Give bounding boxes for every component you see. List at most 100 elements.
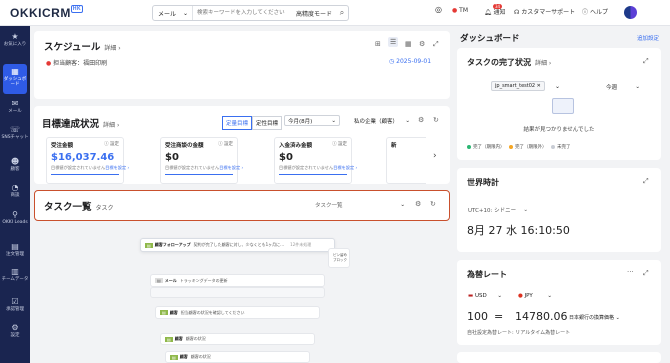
sidebar-item-okki-leads[interactable]: ⚲ OKKI Leads xyxy=(0,210,30,225)
list-view-icon[interactable]: ☰ xyxy=(388,37,399,47)
more-icon[interactable]: ··· xyxy=(627,268,634,276)
task-row: ▤ 顧客 担当顧客の状況を確認してください xyxy=(155,306,320,319)
goal-setting-link[interactable]: ⓘ 設定 xyxy=(218,141,233,149)
search-input[interactable] xyxy=(193,6,292,20)
goal-setting-link[interactable]: ⓘ 設定 xyxy=(104,141,119,149)
sidebar-item-orders[interactable]: ▤ 注文管理 xyxy=(0,242,30,257)
tab-qualitative[interactable]: 定性目標 xyxy=(252,116,283,130)
user-avatar[interactable] xyxy=(624,6,637,19)
top-bar: OKKICRMHK メール⌄ 高精度モード ⌕ ◎ ● TM 🔔︎34 通知 ☊… xyxy=(0,0,670,26)
expand-icon[interactable]: ⤢ xyxy=(433,40,439,49)
sidebar-item-dashboard[interactable]: ▦ ダッシュボード xyxy=(3,64,27,94)
expand-icon[interactable]: ⤢ xyxy=(643,269,649,278)
task-row-placeholder xyxy=(150,287,325,298)
sidebar-item-favorites[interactable]: ★ お気に入り xyxy=(0,32,30,47)
search-icon[interactable]: ⌕ xyxy=(336,8,348,18)
schedule-date: ◷ 2025-09-01 xyxy=(389,58,432,65)
chevron-down-icon[interactable]: ⌄ xyxy=(555,83,560,90)
help-icon: ⓘ xyxy=(582,9,589,16)
expand-icon[interactable]: ⤢ xyxy=(643,177,649,186)
add-settings-link[interactable]: 追加設定 xyxy=(637,34,659,42)
rate-setting-note: 自社設定為替レート: リアルタイム為替レート xyxy=(467,330,571,336)
sidebar: ★ お気に入り ▦ ダッシュボード ✉ メール ☏ SNSチャット ☻ 顧客 ◔ 商談 ⚲ O… xyxy=(0,26,30,363)
set-goal-link[interactable]: 目標を設定 › xyxy=(105,165,129,171)
task-icon: ▤ xyxy=(155,278,163,283)
period-select[interactable]: 今月(8月) ⌄ xyxy=(284,115,340,126)
next-widget-card xyxy=(457,352,661,363)
chevron-right-icon[interactable]: › xyxy=(433,151,437,161)
set-goal-link[interactable]: 目標を設定 › xyxy=(219,165,243,171)
sidebar-item-approval[interactable]: ☑ 承認管理 xyxy=(0,297,30,312)
us-flag-icon: ▬ xyxy=(468,292,474,299)
okki-crm-logo[interactable]: OKKICRM HK xyxy=(10,5,84,20)
settings-icon[interactable]: ⚙ xyxy=(419,40,425,48)
task-row: ▤ 顧客 顧客の状況 xyxy=(165,351,310,363)
precision-mode-toggle[interactable]: 高精度モード xyxy=(292,9,336,18)
task-icon: ▤ xyxy=(165,336,173,342)
settings-icon: ⚙ xyxy=(11,323,19,332)
company-select[interactable]: 私の企業（顧客） ⌄ xyxy=(351,115,413,126)
task-list-title: タスク一覧 タスク xyxy=(44,202,114,213)
empty-state-icon xyxy=(552,98,574,114)
customer-support-button[interactable]: ☊ カスタマーサポート xyxy=(514,7,575,16)
task-row: ▤ 顧客 顧客の状況 xyxy=(160,333,315,345)
timezone-select[interactable]: UTC+10: シドニー ⌄ xyxy=(465,204,531,215)
schedule-detail-link[interactable]: 詳細 › xyxy=(104,45,120,52)
tm-icon: ● xyxy=(452,7,458,14)
task-list-card: タスク一覧 タスク タスク一覧 ⌄ ⚙ ↻ xyxy=(34,190,450,221)
settings-icon[interactable]: ⚙ xyxy=(418,116,424,124)
set-goal-link[interactable]: 目標を設定 › xyxy=(333,165,357,171)
world-clock-card: 世界時計 ⤢ UTC+10: シドニー ⌄ 8月 27 水 16:10:50 xyxy=(457,168,661,252)
legend-dot xyxy=(551,144,555,149)
settings-icon[interactable]: ⚙ xyxy=(415,200,421,208)
task-action-popup: ピン留め ブロック xyxy=(328,248,350,268)
deal-icon: ◔ xyxy=(11,183,19,192)
task-icon: ▤ xyxy=(160,310,168,315)
sidebar-item-mail[interactable]: ✉ メール xyxy=(0,99,30,114)
to-currency-select[interactable]: ● JPY ⌄ xyxy=(515,290,555,301)
chat-icon: ☏ xyxy=(9,125,20,134)
chevron-down-icon: ⌄ xyxy=(497,292,502,299)
customer-icon: ☻ xyxy=(10,157,20,166)
amount-input[interactable]: 100 xyxy=(467,310,488,323)
task-completion-detail-link[interactable]: 詳細 › xyxy=(535,60,551,67)
tm-button[interactable]: ● TM xyxy=(452,7,468,14)
global-search: メール⌄ 高精度モード ⌕ xyxy=(152,5,349,21)
legend-done-on-time: 完了（期限内） xyxy=(467,144,505,150)
add-icon[interactable]: ⊞ xyxy=(375,40,381,48)
task-row: ▤ 顧客フォローアップ 契約が完了した顧客に対し、少なくとも1ヶ月に… 12件未処理 xyxy=(140,238,335,252)
target-icon[interactable]: ◎ xyxy=(435,5,442,14)
team-data-icon: ▥ xyxy=(11,267,19,276)
task-completion-title: タスクの完了状況 詳細 › xyxy=(467,58,552,67)
notification-button[interactable]: 🔔︎ 34 通知 xyxy=(484,4,506,16)
goal-card-more: 新 xyxy=(386,137,426,184)
from-currency-select[interactable]: ▬ USD ⌄ xyxy=(465,290,505,301)
tab-quantitative[interactable]: 定量目標 xyxy=(222,116,253,130)
help-button[interactable]: ⓘ ヘルプ xyxy=(582,7,608,16)
refresh-icon[interactable]: ↻ xyxy=(430,200,436,208)
completion-period-select[interactable]: 今週 ⌄ xyxy=(603,81,643,92)
user-filter-chip[interactable]: jp_smart_test02 ✕ xyxy=(491,81,545,91)
sidebar-item-deals[interactable]: ◔ 商談 xyxy=(0,183,30,198)
task-list-select[interactable]: タスク一覧 ⌄ xyxy=(312,199,408,210)
rate-source-select[interactable]: 日本銀行の換算価格 ⌄ xyxy=(569,314,620,321)
goal-setting-link[interactable]: ⓘ 設定 xyxy=(332,141,347,149)
calendar-view-icon[interactable]: ▦ xyxy=(405,40,412,48)
expand-icon[interactable]: ⤢ xyxy=(643,57,649,66)
legend-dot xyxy=(467,144,471,149)
converted-amount: 14780.06 xyxy=(515,310,568,323)
sidebar-item-team-data[interactable]: ▥ チームデータ xyxy=(0,267,30,282)
sidebar-item-settings[interactable]: ⚙ 設定 xyxy=(0,323,30,338)
notification-badge: 34 xyxy=(493,4,503,9)
chevron-down-icon: ⌄ xyxy=(182,9,188,17)
goal-type-tabs: 定量目標 定性目標 xyxy=(222,116,283,130)
refresh-icon[interactable]: ↻ xyxy=(433,116,439,124)
goals-detail-link[interactable]: 詳細 › xyxy=(103,122,119,129)
goal-card-won-deal-amount: 受注商談の金額 ⓘ 設定 $0 目標値が設定されていません 目標を設定 › xyxy=(160,137,243,184)
search-type-select[interactable]: メール ⌄ xyxy=(153,6,193,20)
clock-datetime: 8月 27 水 16:10:50 xyxy=(467,224,570,237)
chevron-down-icon: ⌄ xyxy=(635,83,640,90)
goal-progress-bar xyxy=(279,174,347,175)
sidebar-item-sns-chat[interactable]: ☏ SNSチャット xyxy=(0,125,30,140)
sidebar-item-customers[interactable]: ☻ 顧客 xyxy=(0,157,30,172)
